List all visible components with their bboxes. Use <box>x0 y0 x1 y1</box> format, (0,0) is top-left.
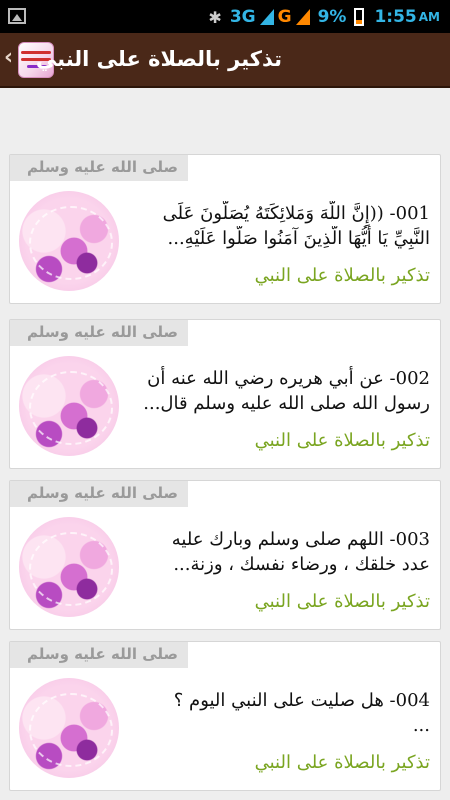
battery-icon <box>354 8 365 26</box>
item-subtitle: تذكير بالصلاة على النبي <box>254 591 430 612</box>
item-tag: صلى الله عليه وسلم <box>10 155 188 181</box>
item-text-line1: 002- عن أبي هريره رضي الله عنه أن <box>147 368 430 389</box>
item-text-line1: 004- هل صليت على النبي اليوم ؟ <box>173 690 430 711</box>
list-item[interactable]: صلى الله عليه وسلم 002- عن أبي هريره رضي… <box>9 319 441 469</box>
item-text-line2: ... <box>412 715 430 736</box>
signal-icon-2 <box>295 9 310 25</box>
item-tag: صلى الله عليه وسلم <box>10 320 188 346</box>
page-title: تذكير بالصلاة على النبي <box>35 47 282 71</box>
item-thumbnail <box>19 191 119 291</box>
action-bar: ‹ تذكير بالصلاة على النبي <box>0 33 450 88</box>
bluetooth-icon: ✱ <box>208 7 222 27</box>
item-subtitle: تذكير بالصلاة على النبي <box>254 430 430 451</box>
item-subtitle: تذكير بالصلاة على النبي <box>254 752 430 773</box>
item-text: 003- اللهم صلى وسلم وبارك عليه عدد خلقك … <box>130 527 430 577</box>
item-text-line2: النَّبِيِّ يَا أَيُّهَا الَّذِينَ آمَنُو… <box>167 228 430 249</box>
item-thumbnail <box>19 356 119 456</box>
items-list[interactable]: صلى الله عليه وسلم 001- ((إِنَّ اللَّهَ … <box>0 88 450 800</box>
list-item[interactable]: صلى الله عليه وسلم 003- اللهم صلى وسلم و… <box>9 480 441 630</box>
clock-time: 1:55 <box>374 7 417 27</box>
item-text-line1: 003- اللهم صلى وسلم وبارك عليه <box>171 529 430 550</box>
clock-ampm: AM <box>418 10 440 24</box>
item-thumbnail <box>19 517 119 617</box>
status-bar: ✱ 3G G 9% 1:55 AM <box>0 0 450 33</box>
network-type-label-2: G <box>277 7 292 27</box>
item-text: 001- ((إِنَّ اللَّهَ وَمَلائِكَتَهُ يُصَ… <box>130 201 430 251</box>
list-item[interactable]: صلى الله عليه وسلم 004- هل صليت على النب… <box>9 641 441 791</box>
battery-percent: 9% <box>317 7 347 27</box>
signal-icon <box>259 9 274 25</box>
list-item[interactable]: صلى الله عليه وسلم 001- ((إِنَّ اللَّهَ … <box>9 154 441 304</box>
item-subtitle: تذكير بالصلاة على النبي <box>254 265 430 286</box>
back-icon[interactable]: ‹ <box>4 45 13 70</box>
item-text: 004- هل صليت على النبي اليوم ؟ ... <box>130 688 430 738</box>
status-icons: ✱ 3G G 9% 1:55 AM <box>208 5 440 29</box>
item-text: 002- عن أبي هريره رضي الله عنه أن رسول ا… <box>130 366 430 416</box>
item-text-line2: رسول الله صلى الله عليه وسلم قال... <box>143 393 430 414</box>
gallery-notification-icon <box>8 8 26 24</box>
network-type-label: 3G <box>229 7 256 27</box>
item-text-line2: عدد خلقك ، ورضاء نفسك ، وزنة... <box>173 554 430 575</box>
item-thumbnail <box>19 678 119 778</box>
item-tag: صلى الله عليه وسلم <box>10 481 188 507</box>
item-tag: صلى الله عليه وسلم <box>10 642 188 668</box>
item-text-line1: 001- ((إِنَّ اللَّهَ وَمَلائِكَتَهُ يُصَ… <box>162 203 430 224</box>
